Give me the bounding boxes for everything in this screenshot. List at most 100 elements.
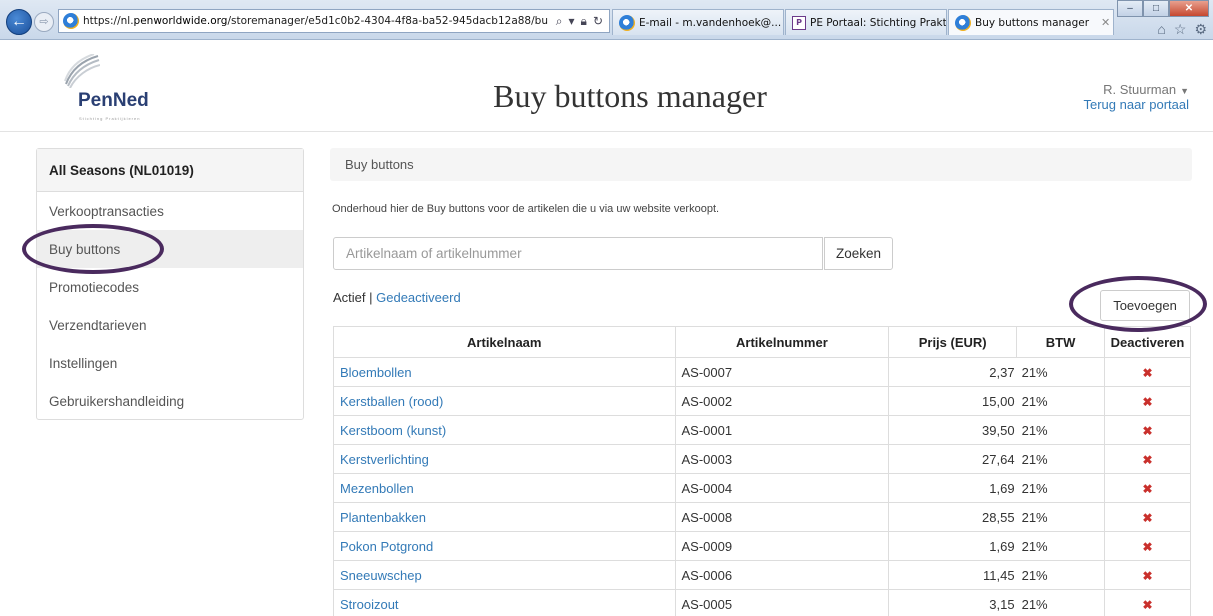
cell-number: AS-0002 <box>674 386 890 416</box>
cell-price: 3,15 <box>888 589 1017 616</box>
deactivate-close-icon[interactable]: ✖ <box>1142 424 1152 438</box>
user-menu[interactable]: R. Stuurman ▼ <box>1103 82 1189 97</box>
cell-deactivate: ✖ <box>1103 589 1192 616</box>
deactivate-close-icon[interactable]: ✖ <box>1142 482 1152 496</box>
col-header-name[interactable]: Artikelnaam <box>333 326 676 358</box>
window-close-icon[interactable]: ✕ <box>1169 0 1209 17</box>
ie-icon <box>955 14 971 31</box>
sidebar-item-verzendtarieven[interactable]: Verzendtarieven <box>37 306 303 344</box>
cell-name[interactable]: Bloembollen <box>333 357 676 387</box>
filter-inactive-link[interactable]: Gedeactiveerd <box>376 290 461 305</box>
lock-icon: 🔒︎ <box>580 13 587 28</box>
cell-price: 1,69 <box>888 473 1017 503</box>
sidebar-item-gebruikershandleiding[interactable]: Gebruikershandleiding <box>37 382 303 420</box>
search-icon[interactable]: ⌕ <box>556 14 563 29</box>
search-button[interactable]: Zoeken <box>824 237 893 270</box>
minimize-icon[interactable]: – <box>1117 0 1143 17</box>
cell-vat: 21% <box>1016 386 1105 416</box>
table-row: Kerstballen (rood) AS-0002 15,00 21% ✖ <box>333 386 1192 416</box>
sidebar: All Seasons (NL01019) Verkooptransacties… <box>36 148 304 420</box>
table-row: Bloembollen AS-0007 2,37 21% ✖ <box>333 357 1192 387</box>
cell-deactivate: ✖ <box>1103 560 1192 590</box>
ie-icon <box>63 13 79 29</box>
cell-price: 15,00 <box>888 386 1017 416</box>
cell-name[interactable]: Pokon Potgrond <box>333 531 676 561</box>
browser-tab-email[interactable]: E-mail - m.vandenhoek@... <box>612 9 784 35</box>
cell-price: 39,50 <box>888 415 1017 445</box>
add-button[interactable]: Toevoegen <box>1100 290 1190 321</box>
browser-tab-buy-buttons[interactable]: Buy buttons manager ✕ <box>948 9 1114 35</box>
intro-text: Onderhoud hier de Buy buttons voor de ar… <box>332 203 720 215</box>
deactivate-close-icon[interactable]: ✖ <box>1142 511 1152 525</box>
table-row: Kerstverlichting AS-0003 27,64 21% ✖ <box>333 444 1192 474</box>
cell-name[interactable]: Kerstboom (kunst) <box>333 415 676 445</box>
cell-vat: 21% <box>1016 415 1105 445</box>
cell-vat: 21% <box>1016 589 1105 616</box>
deactivate-close-icon[interactable]: ✖ <box>1142 453 1152 467</box>
cell-name[interactable]: Kerstballen (rood) <box>333 386 676 416</box>
cell-deactivate: ✖ <box>1103 415 1192 445</box>
cell-deactivate: ✖ <box>1103 531 1192 561</box>
deactivate-close-icon[interactable]: ✖ <box>1142 395 1152 409</box>
breadcrumb: Buy buttons <box>330 148 1192 181</box>
home-icon[interactable]: ⌂ <box>1157 21 1165 38</box>
browser-tab-pe-portaal[interactable]: P PE Portaal: Stichting Prakt... <box>785 9 947 35</box>
cell-vat: 21% <box>1016 444 1105 474</box>
cell-name[interactable]: Strooizout <box>333 589 676 616</box>
star-icon[interactable]: ☆ <box>1174 21 1187 38</box>
cell-vat: 21% <box>1016 473 1105 503</box>
table-row: Strooizout AS-0005 3,15 21% ✖ <box>333 589 1192 616</box>
cell-price: 1,69 <box>888 531 1017 561</box>
filter-active[interactable]: Actief <box>333 290 366 305</box>
tab-close-icon[interactable]: ✕ <box>1101 16 1110 29</box>
table-row: Pokon Potgrond AS-0009 1,69 21% ✖ <box>333 531 1192 561</box>
filter-separator: | <box>365 290 377 305</box>
status-filter: Actief | Gedeactiveerd <box>333 290 461 305</box>
back-to-portal-link[interactable]: Terug naar portaal <box>1083 97 1189 112</box>
col-header-price[interactable]: Prijs (EUR) <box>888 326 1018 358</box>
cell-number: AS-0003 <box>674 444 890 474</box>
cell-deactivate: ✖ <box>1103 502 1192 532</box>
deactivate-close-icon[interactable]: ✖ <box>1142 569 1152 583</box>
gear-icon[interactable]: ⚙ <box>1194 21 1207 38</box>
deactivate-close-icon[interactable]: ✖ <box>1142 366 1152 380</box>
browser-chrome: ← ⇨ https://nl.penworldwide.org/storeman… <box>0 0 1213 40</box>
page-title: Buy buttons manager <box>493 78 767 114</box>
maximize-icon[interactable]: □ <box>1143 0 1169 17</box>
cell-price: 27,64 <box>888 444 1017 474</box>
cell-vat: 21% <box>1016 531 1105 561</box>
col-header-number[interactable]: Artikelnummer <box>674 326 890 358</box>
refresh-icon[interactable]: ↻ <box>593 14 603 29</box>
sidebar-item-verkooptransacties[interactable]: Verkooptransacties <box>37 192 303 230</box>
cell-number: AS-0006 <box>674 560 890 590</box>
pe-portaal-icon: P <box>792 15 806 30</box>
deactivate-close-icon[interactable]: ✖ <box>1142 598 1152 612</box>
deactivate-close-icon[interactable]: ✖ <box>1142 540 1152 554</box>
address-bar[interactable]: https://nl.penworldwide.org/storemanager… <box>58 9 610 33</box>
cell-number: AS-0004 <box>674 473 890 503</box>
cell-number: AS-0007 <box>674 357 890 387</box>
search-input[interactable] <box>333 237 823 270</box>
cell-name[interactable]: Mezenbollen <box>333 473 676 503</box>
cell-price: 2,37 <box>888 357 1017 387</box>
table-row: Mezenbollen AS-0004 1,69 21% ✖ <box>333 473 1192 503</box>
sidebar-item-instellingen[interactable]: Instellingen <box>37 344 303 382</box>
cell-number: AS-0008 <box>674 502 890 532</box>
cell-number: AS-0005 <box>674 589 890 616</box>
cell-price: 28,55 <box>888 502 1017 532</box>
cell-name[interactable]: Plantenbakken <box>333 502 676 532</box>
cell-name[interactable]: Sneeuwschep <box>333 560 676 590</box>
ie-icon <box>619 14 635 31</box>
back-arrow-icon[interactable]: ← <box>6 9 32 35</box>
forward-arrow-icon[interactable]: ⇨ <box>34 12 54 32</box>
caret-down-icon: ▼ <box>1180 86 1189 96</box>
sidebar-item-promotiecodes[interactable]: Promotiecodes <box>37 268 303 306</box>
cell-number: AS-0001 <box>674 415 890 445</box>
col-header-vat[interactable]: BTW <box>1016 326 1105 358</box>
dropdown-icon[interactable]: ▾ <box>569 14 575 29</box>
cell-name[interactable]: Kerstverlichting <box>333 444 676 474</box>
cell-price: 11,45 <box>888 560 1017 590</box>
logo-tagline: Stichting Praktijkleren <box>79 116 141 121</box>
address-url[interactable]: https://nl.penworldwide.org/storemanager… <box>83 15 550 27</box>
sidebar-item-buy-buttons[interactable]: Buy buttons <box>37 230 303 268</box>
